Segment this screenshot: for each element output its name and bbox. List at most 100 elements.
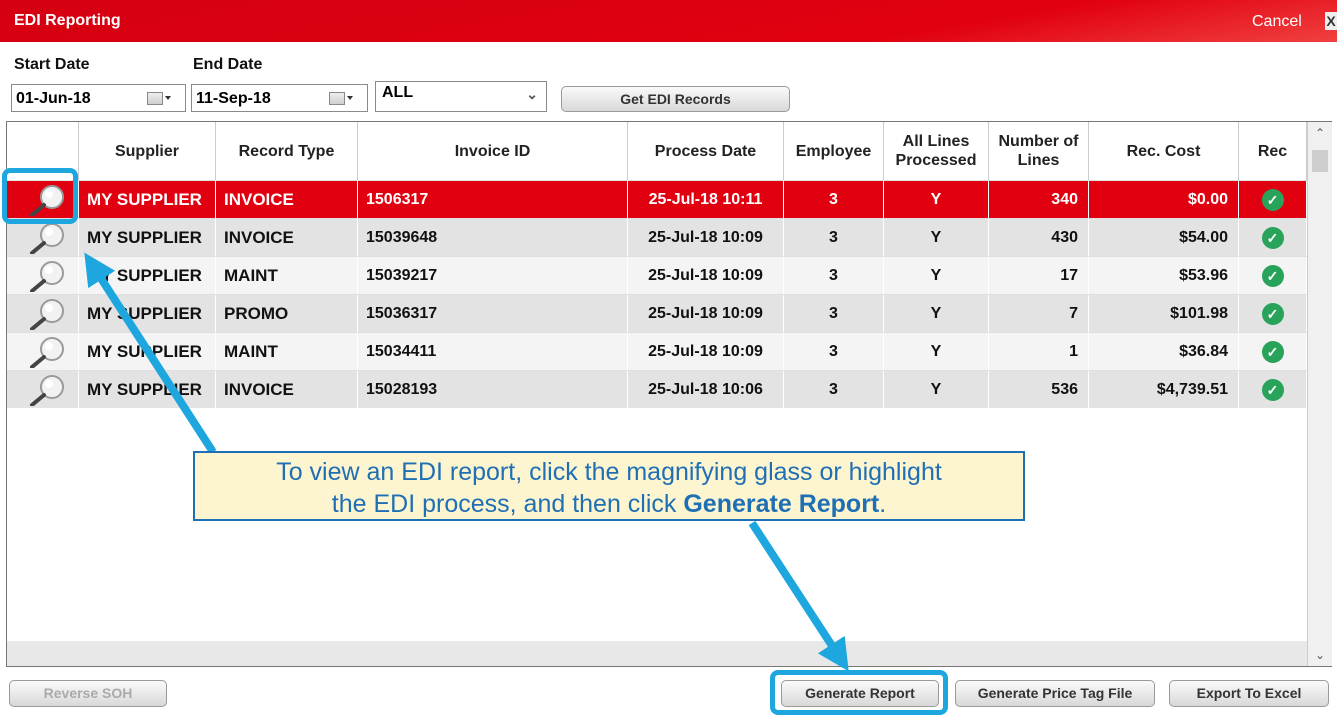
cell-employee: 3 [784, 371, 884, 408]
end-date-picker[interactable]: 11-Sep-18 [191, 84, 368, 112]
cell-cost: $54.00 [1089, 219, 1239, 256]
column-header[interactable]: Supplier [79, 122, 216, 180]
horizontal-scrollbar[interactable] [7, 641, 1307, 666]
callout-bold-text: Generate Report [683, 490, 880, 518]
table-row[interactable]: MY SUPPLIER INVOICE 1506317 25-Jul-18 10:11… [7, 180, 1307, 218]
cell-date: 25-Jul-18 10:09 [628, 295, 784, 332]
cell-supplier: MY SUPPLIER [79, 257, 216, 294]
end-date-value: 11-Sep-18 [196, 90, 271, 107]
table-row[interactable]: MY SUPPLIER INVOICE 15039648 25-Jul-18 10:0… [7, 218, 1307, 256]
get-edi-records-button[interactable]: Get EDI Records [561, 86, 790, 112]
grid-header: Supplier Record Type Invoice ID Process Dat… [7, 122, 1307, 180]
cell-employee: 3 [784, 219, 884, 256]
column-header[interactable]: Rec [1239, 122, 1307, 180]
cell-cost: $101.98 [1089, 295, 1239, 332]
cell-lines: 17 [989, 257, 1089, 294]
generate-price-tag-file-button[interactable]: Generate Price Tag File [955, 680, 1155, 707]
cell-invoice: 15039648 [358, 219, 628, 256]
rec-status: ✓ [1239, 295, 1307, 332]
title-bar: EDI Reporting Cancel X [0, 0, 1337, 42]
check-circle-icon: ✓ [1261, 226, 1284, 249]
column-header[interactable]: Invoice ID [358, 122, 628, 180]
cell-employee: 3 [784, 333, 884, 370]
rec-status: ✓ [1239, 219, 1307, 256]
scroll-thumb[interactable] [1312, 150, 1328, 172]
close-icon[interactable]: X [1325, 12, 1337, 30]
view-record-button[interactable] [7, 295, 79, 332]
start-date-label: Start Date [14, 56, 90, 73]
record-type-value: ALL [382, 84, 414, 101]
cell-invoice: 15036317 [358, 295, 628, 332]
magnifying-glass-icon[interactable] [19, 260, 73, 292]
cell-lines: 340 [989, 181, 1089, 218]
table-row[interactable]: MY SUPPLIER PROMO 15036317 25-Jul-18 10:09 3… [7, 294, 1307, 332]
cell-invoice: 15039217 [358, 257, 628, 294]
view-record-button[interactable] [7, 333, 79, 370]
check-circle-icon: ✓ [1261, 188, 1284, 211]
cell-supplier: MY SUPPLIER [79, 333, 216, 370]
table-row[interactable]: MY SUPPLIER MAINT 15034411 25-Jul-18 10:09 3… [7, 332, 1307, 370]
magnifying-glass-icon[interactable] [19, 374, 73, 406]
cell-invoice: 1506317 [358, 181, 628, 218]
view-record-button[interactable] [7, 371, 79, 408]
start-date-value: 01-Jun-18 [16, 90, 91, 107]
scroll-up-icon[interactable]: ⌃ [1308, 126, 1332, 140]
cell-processed: Y [884, 371, 989, 408]
check-circle-icon: ✓ [1261, 378, 1284, 401]
column-header[interactable]: Process Date [628, 122, 784, 180]
magnifying-glass-icon[interactable] [19, 298, 73, 330]
cell-processed: Y [884, 219, 989, 256]
table-row[interactable]: MY SUPPLIER MAINT 15039217 25-Jul-18 10:09 3… [7, 256, 1307, 294]
highlight-magnifier [2, 168, 78, 224]
rec-status: ✓ [1239, 371, 1307, 408]
cell-processed: Y [884, 295, 989, 332]
table-row[interactable]: MY SUPPLIER INVOICE 15028193 25-Jul-18 10:0… [7, 370, 1307, 408]
cell-employee: 3 [784, 295, 884, 332]
start-date-picker[interactable]: 01-Jun-18 [11, 84, 186, 112]
cell-cost: $0.00 [1089, 181, 1239, 218]
cell-cost: $36.84 [1089, 333, 1239, 370]
record-type-select[interactable]: ALL ⌄ [375, 81, 547, 112]
callout-line-1: To view an EDI report, click the magnify… [276, 458, 942, 486]
cell-date: 25-Jul-18 10:09 [628, 257, 784, 294]
calendar-icon[interactable] [329, 92, 353, 105]
column-header[interactable]: Rec. Cost [1089, 122, 1239, 180]
cell-supplier: MY SUPPLIER [79, 371, 216, 408]
cell-processed: Y [884, 333, 989, 370]
cell-type: MAINT [216, 257, 358, 294]
view-record-button[interactable] [7, 257, 79, 294]
callout-line-2: the EDI process, and then click Generate… [195, 488, 1023, 520]
column-header[interactable]: All Lines Processed [884, 122, 989, 180]
cell-type: MAINT [216, 333, 358, 370]
cell-type: INVOICE [216, 371, 358, 408]
column-header[interactable]: Record Type [216, 122, 358, 180]
export-to-excel-button[interactable]: Export To Excel [1169, 680, 1329, 707]
cell-invoice: 15028193 [358, 371, 628, 408]
column-header[interactable]: Employee [784, 122, 884, 180]
highlight-generate-report [770, 670, 948, 715]
rec-status: ✓ [1239, 333, 1307, 370]
scroll-down-icon[interactable]: ⌄ [1308, 648, 1332, 662]
instruction-callout: To view an EDI report, click the magnify… [193, 451, 1025, 521]
edi-records-grid: Supplier Record Type Invoice ID Process Dat… [6, 121, 1332, 667]
cell-cost: $53.96 [1089, 257, 1239, 294]
check-circle-icon: ✓ [1261, 302, 1284, 325]
cell-employee: 3 [784, 257, 884, 294]
magnifying-glass-icon[interactable] [19, 222, 73, 254]
cell-lines: 1 [989, 333, 1089, 370]
cell-date: 25-Jul-18 10:06 [628, 371, 784, 408]
vertical-scrollbar[interactable]: ⌃ ⌄ [1307, 122, 1332, 666]
rec-status: ✓ [1239, 257, 1307, 294]
magnifying-glass-icon[interactable] [19, 336, 73, 368]
reverse-soh-button[interactable]: Reverse SOH [9, 680, 167, 707]
cell-processed: Y [884, 257, 989, 294]
cancel-link[interactable]: Cancel [1252, 13, 1302, 31]
calendar-icon[interactable] [147, 92, 171, 105]
cell-supplier: MY SUPPLIER [79, 295, 216, 332]
view-record-button[interactable] [7, 219, 79, 256]
cell-date: 25-Jul-18 10:11 [628, 181, 784, 218]
callout-period: . [879, 490, 887, 518]
cell-type: PROMO [216, 295, 358, 332]
column-header[interactable]: Number of Lines [989, 122, 1089, 180]
cell-employee: 3 [784, 181, 884, 218]
